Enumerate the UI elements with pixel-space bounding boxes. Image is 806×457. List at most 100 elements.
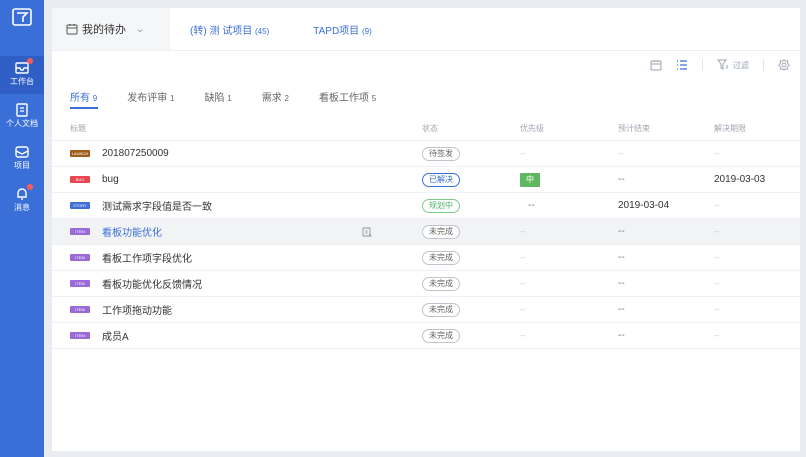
priority-value: -- (520, 279, 526, 288)
sidebar-item-project[interactable]: 项目 (0, 140, 44, 178)
column-header-priority[interactable]: 优先级 (520, 117, 544, 140)
column-header-due[interactable]: 解决期限 (714, 117, 746, 140)
row-title[interactable]: 测试需求字段值是否一致 (102, 198, 212, 213)
priority-value: -- (520, 253, 526, 262)
due-value: -- (714, 149, 720, 158)
type-badge: STORY (70, 202, 90, 209)
app-logo-icon[interactable] (12, 8, 32, 26)
planned-end-value: 2019-03-04 (618, 200, 670, 211)
column-header-title[interactable]: 标题 (70, 117, 410, 140)
status-badge[interactable]: 规划中 (422, 198, 460, 213)
status-badge[interactable]: 未完成 (422, 276, 460, 291)
row-title[interactable]: 201807250009 (102, 148, 169, 159)
sidebar-item-messages[interactable]: 消息 (0, 182, 44, 220)
chevron-down-icon: ⌄ (136, 23, 145, 35)
due-value: -- (714, 279, 720, 288)
filter-button[interactable]: 过滤 (717, 59, 749, 71)
table-row[interactable]: ITEM 看板功能优化反馈情况 未完成 -- -- -- (52, 271, 800, 297)
priority-value: -- (528, 200, 535, 211)
status-badge[interactable]: 未完成 (422, 224, 460, 239)
calendar-view-icon[interactable] (650, 59, 662, 71)
notification-dot (27, 184, 33, 190)
priority-value: -- (520, 149, 526, 158)
edit-doc-icon[interactable] (362, 227, 372, 237)
type-badge: ITEM (70, 254, 90, 261)
table-row[interactable]: ITEM 看板功能优化 未完成 -- -- -- (52, 219, 800, 245)
project-icon (14, 144, 30, 160)
type-badge: ITEM (70, 228, 90, 235)
tab-kanban-items[interactable]: 看板工作项 5 (319, 89, 376, 109)
type-tabs: 所有 9 发布评审 1 缺陷 1 需求 2 看板工作项 5 (70, 89, 406, 109)
tab-bugs[interactable]: 缺陷 1 (204, 89, 231, 109)
table-row[interactable]: LAUNCH 201807250009 待签发 -- -- -- (52, 141, 800, 167)
status-badge[interactable]: 未完成 (422, 302, 460, 317)
divider (702, 59, 703, 71)
filter-label: 过滤 (733, 60, 749, 70)
sidebar-item-label: 项目 (14, 161, 30, 170)
table-row[interactable]: ITEM 看板工作项字段优化 未完成 -- -- -- (52, 245, 800, 271)
tab-all[interactable]: 所有 9 (70, 89, 99, 109)
table-row[interactable]: ITEM 成员A 未完成 -- -- -- (52, 323, 800, 349)
document-icon (14, 102, 30, 118)
project-tab-test[interactable]: (转) 测 试项目 (45) (190, 22, 269, 37)
filter-icon (717, 59, 728, 70)
planned-end-value: -- (618, 330, 625, 341)
column-header-status[interactable]: 状态 (422, 117, 438, 140)
divider (763, 59, 764, 71)
type-badge: ITEM (70, 332, 90, 339)
type-badge: ITEM (70, 306, 90, 313)
todo-panel: 过滤 所有 9 发布评审 1 缺陷 1 需求 2 看板工作项 5 标题 状态 优… (52, 50, 800, 451)
notification-dot (27, 58, 33, 64)
column-header-planned-end[interactable]: 预计结束 (618, 117, 650, 140)
status-badge[interactable]: 未完成 (422, 250, 460, 265)
inbox-icon (14, 58, 33, 76)
my-todo-label: 我的待办 (82, 24, 126, 36)
my-todo-dropdown[interactable]: 我的待办 ⌄ (52, 8, 170, 50)
planned-end-value: -- (618, 226, 625, 237)
due-value: -- (714, 201, 720, 210)
due-value: -- (714, 331, 720, 340)
due-value: 2019-03-03 (714, 174, 766, 185)
tab-release-review[interactable]: 发布评审 1 (127, 89, 174, 109)
priority-value: -- (520, 331, 526, 340)
sidebar-item-docs[interactable]: 个人文档 (0, 98, 44, 136)
project-tabs: (转) 测 试项目 (45) TAPD项目 (9) (170, 8, 800, 50)
top-bar: 我的待办 ⌄ (转) 测 试项目 (45) TAPD项目 (9) (52, 8, 800, 50)
type-badge: BUG (70, 176, 90, 183)
gear-icon[interactable] (778, 59, 790, 71)
priority-value: -- (520, 305, 526, 314)
priority-badge[interactable]: 中 (520, 172, 540, 187)
project-tab-tapd[interactable]: TAPD项目 (9) (313, 22, 372, 37)
due-value: -- (714, 305, 720, 314)
planned-end-value: -- (618, 304, 625, 315)
sidebar: 工作台 个人文档 项目 消息 (0, 0, 44, 457)
table-row[interactable]: BUG bug 已解决 中 -- 2019-03-03 (52, 167, 800, 193)
priority-value: -- (520, 227, 526, 236)
sidebar-item-workbench[interactable]: 工作台 (0, 56, 44, 94)
row-title[interactable]: 工作项拖动功能 (102, 302, 172, 317)
planned-end-value: -- (618, 252, 625, 263)
table-row[interactable]: ITEM 工作项拖动功能 未完成 -- -- -- (52, 297, 800, 323)
list-view-icon[interactable] (676, 59, 688, 71)
row-title[interactable]: 看板工作项字段优化 (102, 250, 192, 265)
row-title[interactable]: 看板功能优化 (102, 224, 162, 239)
planned-end-value: -- (618, 278, 625, 289)
due-value: -- (714, 227, 720, 236)
due-value: -- (714, 253, 720, 262)
row-title[interactable]: bug (102, 174, 119, 185)
calendar-icon (66, 24, 78, 35)
planned-end-value: -- (618, 149, 624, 158)
tab-stories[interactable]: 需求 2 (262, 89, 289, 109)
bell-icon (14, 184, 33, 202)
table-row[interactable]: STORY 测试需求字段值是否一致 规划中 -- 2019-03-04 -- (52, 193, 800, 219)
sidebar-item-label: 个人文档 (6, 119, 38, 128)
row-title[interactable]: 成员A (102, 328, 129, 343)
status-badge[interactable]: 已解决 (422, 172, 460, 187)
sidebar-item-label: 消息 (14, 203, 30, 212)
status-badge[interactable]: 未完成 (422, 328, 460, 343)
type-badge: ITEM (70, 280, 90, 287)
planned-end-value: -- (618, 174, 625, 185)
row-title[interactable]: 看板功能优化反馈情况 (102, 276, 202, 291)
table-header: 标题 状态 优先级 预计结束 解决期限 (52, 117, 800, 141)
status-badge[interactable]: 待签发 (422, 146, 460, 161)
